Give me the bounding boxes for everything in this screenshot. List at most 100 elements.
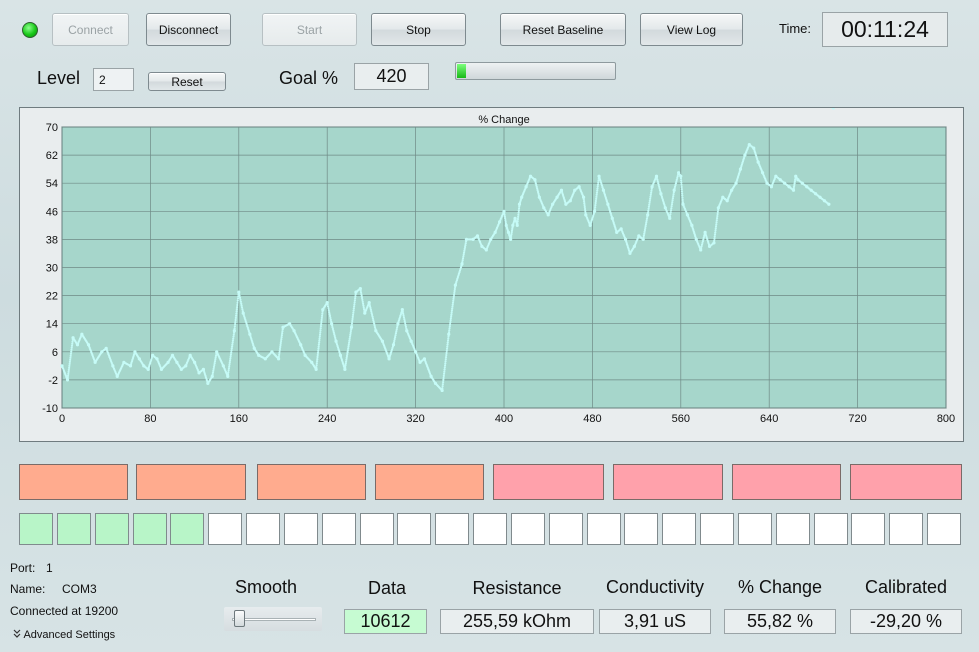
level-cell bbox=[587, 513, 621, 545]
level-reset-button[interactable]: Reset bbox=[148, 72, 226, 91]
data-point-interp bbox=[229, 357, 232, 360]
data-point-interp bbox=[517, 211, 520, 214]
calibrated-label: Calibrated bbox=[864, 577, 948, 597]
data-point-interp bbox=[232, 333, 235, 336]
y-tick-label: 30 bbox=[46, 263, 58, 275]
data-point-interp bbox=[593, 208, 596, 211]
level-cell bbox=[814, 513, 848, 545]
x-tick-label: 640 bbox=[760, 413, 778, 425]
data-point-interp bbox=[645, 219, 648, 222]
data-point-interp bbox=[449, 319, 452, 322]
level-input[interactable]: 2 bbox=[93, 68, 134, 91]
disconnect-button[interactable]: Disconnect bbox=[146, 13, 231, 46]
data-point-interp bbox=[649, 197, 652, 200]
data-point-interp bbox=[281, 332, 284, 335]
data-point-interp bbox=[318, 335, 321, 338]
data-point-interp bbox=[352, 311, 355, 314]
data-point-interp bbox=[277, 355, 280, 358]
data-point-interp bbox=[713, 239, 716, 242]
reset-baseline-button[interactable]: Reset Baseline bbox=[500, 13, 626, 46]
data-point-interp bbox=[226, 373, 230, 376]
data-point-interp bbox=[349, 333, 352, 336]
data-point-interp bbox=[583, 203, 586, 207]
x-tick-label: 320 bbox=[406, 413, 424, 425]
chart-title: % Change bbox=[478, 114, 529, 126]
advanced-settings-toggle[interactable]: Advanced Settings bbox=[13, 629, 115, 641]
connect-button[interactable]: Connect bbox=[52, 13, 129, 46]
level-cell bbox=[549, 513, 583, 545]
data-point-interp bbox=[280, 335, 283, 339]
data-point-interp bbox=[321, 312, 324, 315]
data-point-interp bbox=[714, 225, 718, 228]
data-point-interp bbox=[70, 344, 74, 347]
data-point-interp bbox=[642, 234, 646, 237]
data-point-interp bbox=[240, 306, 244, 309]
data-point-interp bbox=[236, 301, 239, 304]
data-point-interp bbox=[453, 289, 456, 293]
y-tick-label: -10 bbox=[42, 403, 58, 415]
start-button[interactable]: Start bbox=[262, 13, 357, 46]
data-point-interp bbox=[360, 295, 363, 298]
data-point-interp bbox=[394, 332, 398, 335]
data-point-interp bbox=[315, 362, 318, 365]
data-point-interp bbox=[393, 339, 396, 343]
data-point-interp bbox=[278, 347, 282, 351]
data-point-interp bbox=[362, 304, 365, 307]
resistance-value-display: 255,59 kOhm bbox=[440, 609, 594, 634]
data-point-interp bbox=[354, 297, 357, 300]
data-point-interp bbox=[351, 317, 354, 321]
smooth-slider-thumb[interactable] bbox=[233, 610, 245, 627]
data-point-interp bbox=[681, 194, 684, 197]
data-point-interp bbox=[319, 327, 322, 330]
data-point-interp bbox=[680, 183, 683, 186]
stop-button[interactable]: Stop bbox=[371, 13, 466, 46]
data-point-interp bbox=[319, 325, 323, 328]
data-point-interp bbox=[450, 309, 454, 312]
data-point-interp bbox=[583, 205, 586, 209]
data-point-interp bbox=[347, 343, 350, 346]
data-point-interp bbox=[714, 227, 717, 230]
data-point-interp bbox=[344, 364, 347, 367]
data-point-interp bbox=[643, 232, 646, 235]
data-point-interp bbox=[214, 356, 217, 359]
data-point-interp bbox=[318, 337, 321, 340]
conductivity-label: Conductivity bbox=[605, 577, 705, 597]
data-point-interp bbox=[241, 308, 244, 311]
level-cell bbox=[511, 513, 545, 545]
data-point-interp bbox=[680, 179, 683, 182]
data-point-interp bbox=[670, 207, 673, 210]
data-point-interp bbox=[445, 349, 448, 352]
data-point-interp bbox=[403, 320, 406, 323]
data-point-interp bbox=[346, 349, 349, 352]
data-point-interp bbox=[595, 195, 598, 198]
data-point-interp bbox=[66, 376, 69, 379]
data-point-interp bbox=[444, 356, 448, 359]
data-point-interp bbox=[345, 356, 348, 359]
data-point-interp bbox=[236, 303, 239, 307]
data-point-interp bbox=[279, 343, 282, 347]
data-point-interp bbox=[229, 353, 233, 356]
data-point-interp bbox=[235, 308, 238, 311]
data-point-interp bbox=[317, 343, 320, 346]
smooth-slider[interactable] bbox=[224, 607, 322, 631]
data-point-interp bbox=[213, 360, 217, 363]
data-point-interp bbox=[403, 318, 406, 321]
data-point bbox=[831, 108, 835, 110]
data-point-interp bbox=[351, 319, 354, 323]
data-point-interp bbox=[329, 316, 332, 320]
data-point-interp bbox=[227, 367, 231, 370]
data-point-interp bbox=[394, 336, 397, 339]
data-point-interp bbox=[239, 300, 242, 303]
data-point-interp bbox=[240, 304, 243, 307]
data-point-interp bbox=[714, 231, 717, 234]
data-point-interp bbox=[360, 296, 364, 300]
data-point-interp bbox=[644, 225, 647, 228]
data-point-interp bbox=[671, 199, 674, 202]
data-point-interp bbox=[443, 364, 447, 367]
level-cell bbox=[700, 513, 734, 545]
data-point-interp bbox=[447, 331, 451, 334]
data-point-interp bbox=[347, 347, 350, 350]
x-tick-label: 0 bbox=[59, 413, 65, 425]
view-log-button[interactable]: View Log bbox=[640, 13, 743, 46]
level-cell bbox=[360, 513, 394, 545]
